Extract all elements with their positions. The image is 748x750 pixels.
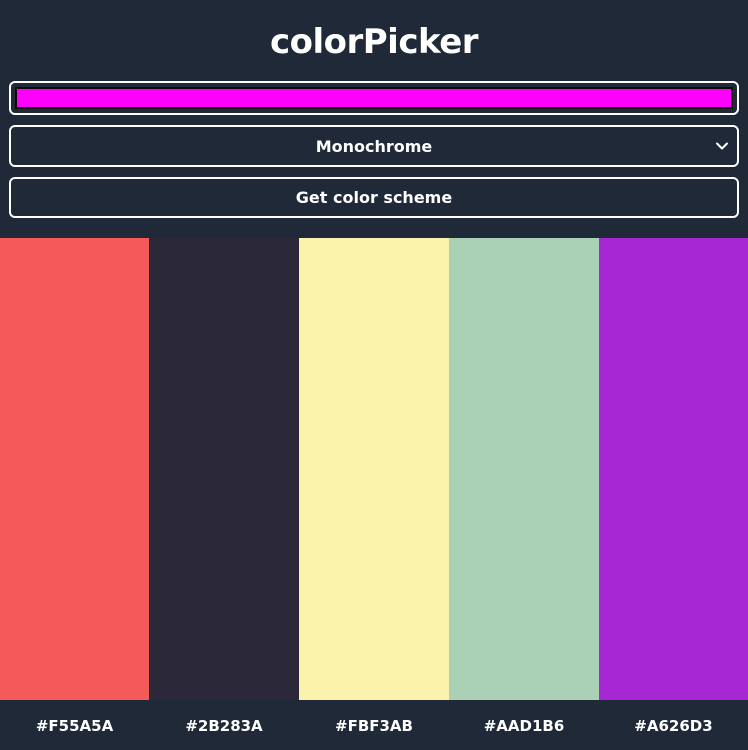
color-picker-app: colorPicker Monochrome Get color scheme …: [0, 0, 748, 750]
get-color-scheme-button[interactable]: Get color scheme: [9, 177, 739, 218]
color-swatch-1[interactable]: [0, 238, 149, 700]
color-swatch-5[interactable]: [599, 238, 748, 700]
color-hex-label-1[interactable]: #F55A5A: [0, 700, 149, 750]
get-color-scheme-label: Get color scheme: [295, 188, 453, 207]
chevron-down-icon: [716, 142, 728, 150]
seed-color-swatch[interactable]: [15, 87, 733, 109]
color-hex-label-3[interactable]: #FBF3AB: [299, 700, 449, 750]
color-hex-label-4[interactable]: #AAD1B6: [449, 700, 599, 750]
color-hex-label-5[interactable]: #A626D3: [599, 700, 748, 750]
color-swatch-2[interactable]: [149, 238, 299, 700]
seed-color-input[interactable]: [9, 81, 739, 115]
color-swatch-4[interactable]: [449, 238, 599, 700]
scheme-mode-selected: Monochrome: [315, 136, 433, 156]
color-swatch-3[interactable]: [299, 238, 449, 700]
color-hex-label-2[interactable]: #2B283A: [149, 700, 299, 750]
scheme-mode-select[interactable]: Monochrome: [9, 125, 739, 167]
color-scheme-palette: [0, 238, 748, 700]
color-hex-labels: #F55A5A #2B283A #FBF3AB #AAD1B6 #A626D3: [0, 700, 748, 750]
page-title: colorPicker: [269, 22, 479, 62]
